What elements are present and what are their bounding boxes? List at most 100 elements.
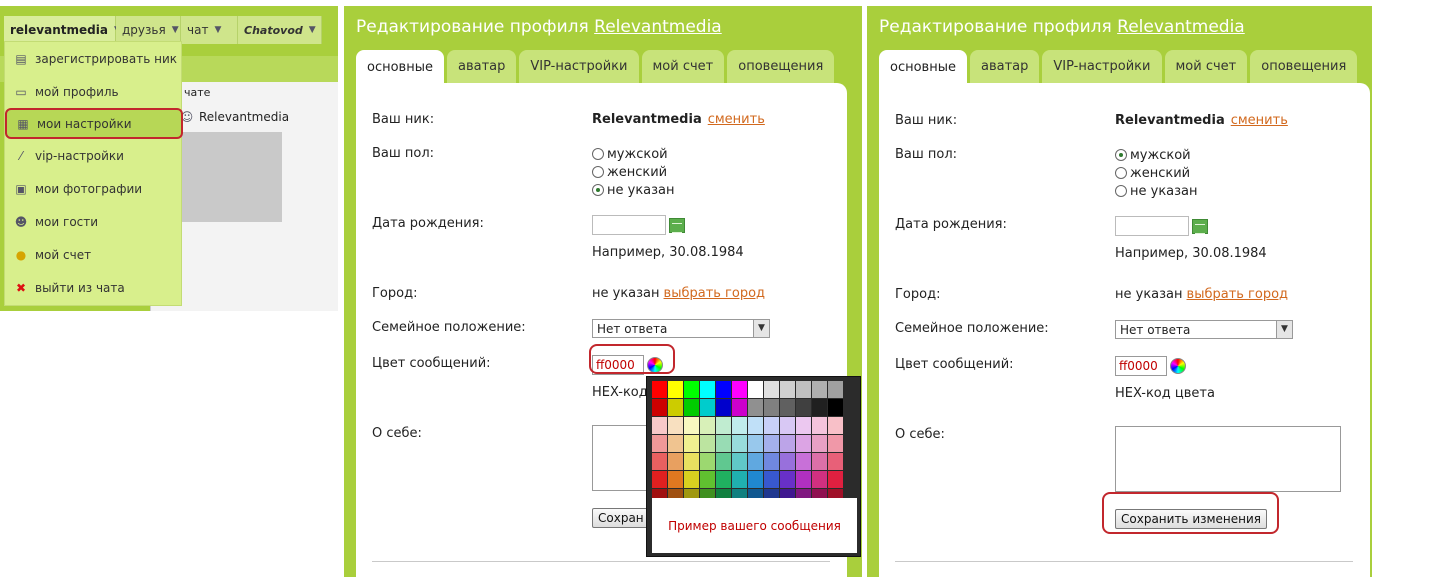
color-swatch[interactable] <box>812 435 827 452</box>
color-swatch[interactable] <box>732 381 747 398</box>
color-swatch[interactable] <box>796 435 811 452</box>
color-swatch[interactable] <box>684 471 699 488</box>
color-swatch[interactable] <box>684 453 699 470</box>
menu-item-profile[interactable]: ▭ мой профиль <box>5 75 181 108</box>
color-swatch[interactable] <box>764 435 779 452</box>
color-swatch[interactable] <box>748 453 763 470</box>
radio-button[interactable] <box>592 166 604 178</box>
menu-item-vip[interactable]: ⁄ vip-настройки <box>5 139 181 172</box>
color-swatch[interactable] <box>828 453 843 470</box>
color-swatch[interactable] <box>684 399 699 416</box>
color-swatch[interactable] <box>732 399 747 416</box>
color-swatch[interactable] <box>668 381 683 398</box>
color-swatch[interactable] <box>716 471 731 488</box>
color-swatch[interactable] <box>652 381 667 398</box>
color-swatch[interactable] <box>732 435 747 452</box>
radio-button[interactable] <box>1115 185 1127 197</box>
color-swatch[interactable] <box>700 471 715 488</box>
gender-option-male[interactable]: мужской <box>1115 146 1198 164</box>
color-swatch[interactable] <box>700 435 715 452</box>
color-swatch[interactable] <box>668 435 683 452</box>
color-swatch[interactable] <box>652 417 667 434</box>
friends-menu-button[interactable]: друзья ▼ <box>116 16 181 44</box>
color-swatch[interactable] <box>764 381 779 398</box>
tab-notifications[interactable]: оповещения <box>1250 50 1358 83</box>
color-swatch[interactable] <box>700 381 715 398</box>
color-swatch[interactable] <box>748 381 763 398</box>
color-swatch[interactable] <box>812 381 827 398</box>
color-swatch[interactable] <box>764 471 779 488</box>
menu-item-photos[interactable]: ▣ мои фотографии <box>5 172 181 205</box>
radio-button[interactable] <box>592 148 604 160</box>
color-swatch[interactable] <box>796 399 811 416</box>
color-swatch[interactable] <box>828 381 843 398</box>
menu-item-settings[interactable]: ▦ мои настройки <box>5 108 183 139</box>
marital-select[interactable]: Нет ответа ▼ <box>592 319 770 338</box>
chatovod-menu-button[interactable]: Chatovod ▼ <box>238 16 322 44</box>
user-menu-button[interactable]: relevantmedia▼ <box>4 16 121 44</box>
color-swatch[interactable] <box>812 453 827 470</box>
tab-vip[interactable]: VIP-настройки <box>1042 50 1162 83</box>
gender-option-unspecified[interactable]: не указан <box>592 181 675 199</box>
color-swatch[interactable] <box>684 417 699 434</box>
save-button[interactable]: Сохран <box>592 508 650 528</box>
menu-item-account[interactable]: ● мой счет <box>5 238 181 271</box>
chevron-down-icon[interactable]: ▼ <box>1276 321 1292 338</box>
profile-user-link[interactable]: Relevantmedia <box>1117 17 1245 37</box>
color-swatch[interactable] <box>652 453 667 470</box>
gender-option-female[interactable]: женский <box>592 163 675 181</box>
color-swatch[interactable] <box>700 453 715 470</box>
color-swatch[interactable] <box>812 417 827 434</box>
radio-button[interactable] <box>1115 167 1127 179</box>
color-swatch[interactable] <box>668 399 683 416</box>
gender-option-male[interactable]: мужской <box>592 145 675 163</box>
color-swatch[interactable] <box>780 435 795 452</box>
chevron-down-icon[interactable]: ▼ <box>753 320 769 337</box>
about-textarea[interactable] <box>1115 426 1341 492</box>
chat-user[interactable]: ☺ Relevantmedia <box>179 110 289 124</box>
color-swatch[interactable] <box>684 435 699 452</box>
birth-date-input[interactable] <box>1115 216 1189 236</box>
color-swatch[interactable] <box>812 471 827 488</box>
color-swatch[interactable] <box>732 417 747 434</box>
color-swatch[interactable] <box>748 417 763 434</box>
profile-user-link[interactable]: Relevantmedia <box>594 17 722 37</box>
chat-menu-button[interactable]: чат ▼ <box>181 16 238 44</box>
tab-account[interactable]: мой счет <box>1164 50 1248 83</box>
color-swatch[interactable] <box>652 435 667 452</box>
color-swatch[interactable] <box>796 417 811 434</box>
tab-avatar[interactable]: аватар <box>446 50 517 83</box>
color-swatch[interactable] <box>780 453 795 470</box>
change-nick-link[interactable]: сменить <box>1231 113 1288 128</box>
choose-city-link[interactable]: выбрать город <box>1187 287 1289 302</box>
color-swatch[interactable] <box>732 471 747 488</box>
color-swatch[interactable] <box>652 471 667 488</box>
color-swatch[interactable] <box>732 453 747 470</box>
tab-vip[interactable]: VIP-настройки <box>519 50 639 83</box>
color-swatch[interactable] <box>796 471 811 488</box>
gender-option-unspecified[interactable]: не указан <box>1115 182 1198 200</box>
color-swatch[interactable] <box>780 471 795 488</box>
tab-basic[interactable]: основные <box>356 50 444 84</box>
color-swatch[interactable] <box>748 399 763 416</box>
tab-basic[interactable]: основные <box>879 50 967 84</box>
tab-account[interactable]: мой счет <box>641 50 725 83</box>
color-swatch[interactable] <box>780 381 795 398</box>
color-swatch[interactable] <box>668 471 683 488</box>
color-swatch[interactable] <box>748 435 763 452</box>
color-swatch[interactable] <box>780 417 795 434</box>
birth-date-input[interactable] <box>592 215 666 235</box>
radio-button[interactable] <box>1115 149 1127 161</box>
color-swatch[interactable] <box>796 381 811 398</box>
color-swatch[interactable] <box>748 471 763 488</box>
menu-item-logout[interactable]: ✖ выйти из чата <box>5 271 181 304</box>
color-swatch[interactable] <box>764 399 779 416</box>
color-swatch[interactable] <box>716 435 731 452</box>
color-swatch[interactable] <box>828 471 843 488</box>
color-swatch[interactable] <box>828 417 843 434</box>
color-swatch[interactable] <box>780 399 795 416</box>
color-swatch[interactable] <box>764 417 779 434</box>
color-swatch[interactable] <box>716 417 731 434</box>
color-swatch[interactable] <box>668 417 683 434</box>
color-swatch[interactable] <box>764 453 779 470</box>
